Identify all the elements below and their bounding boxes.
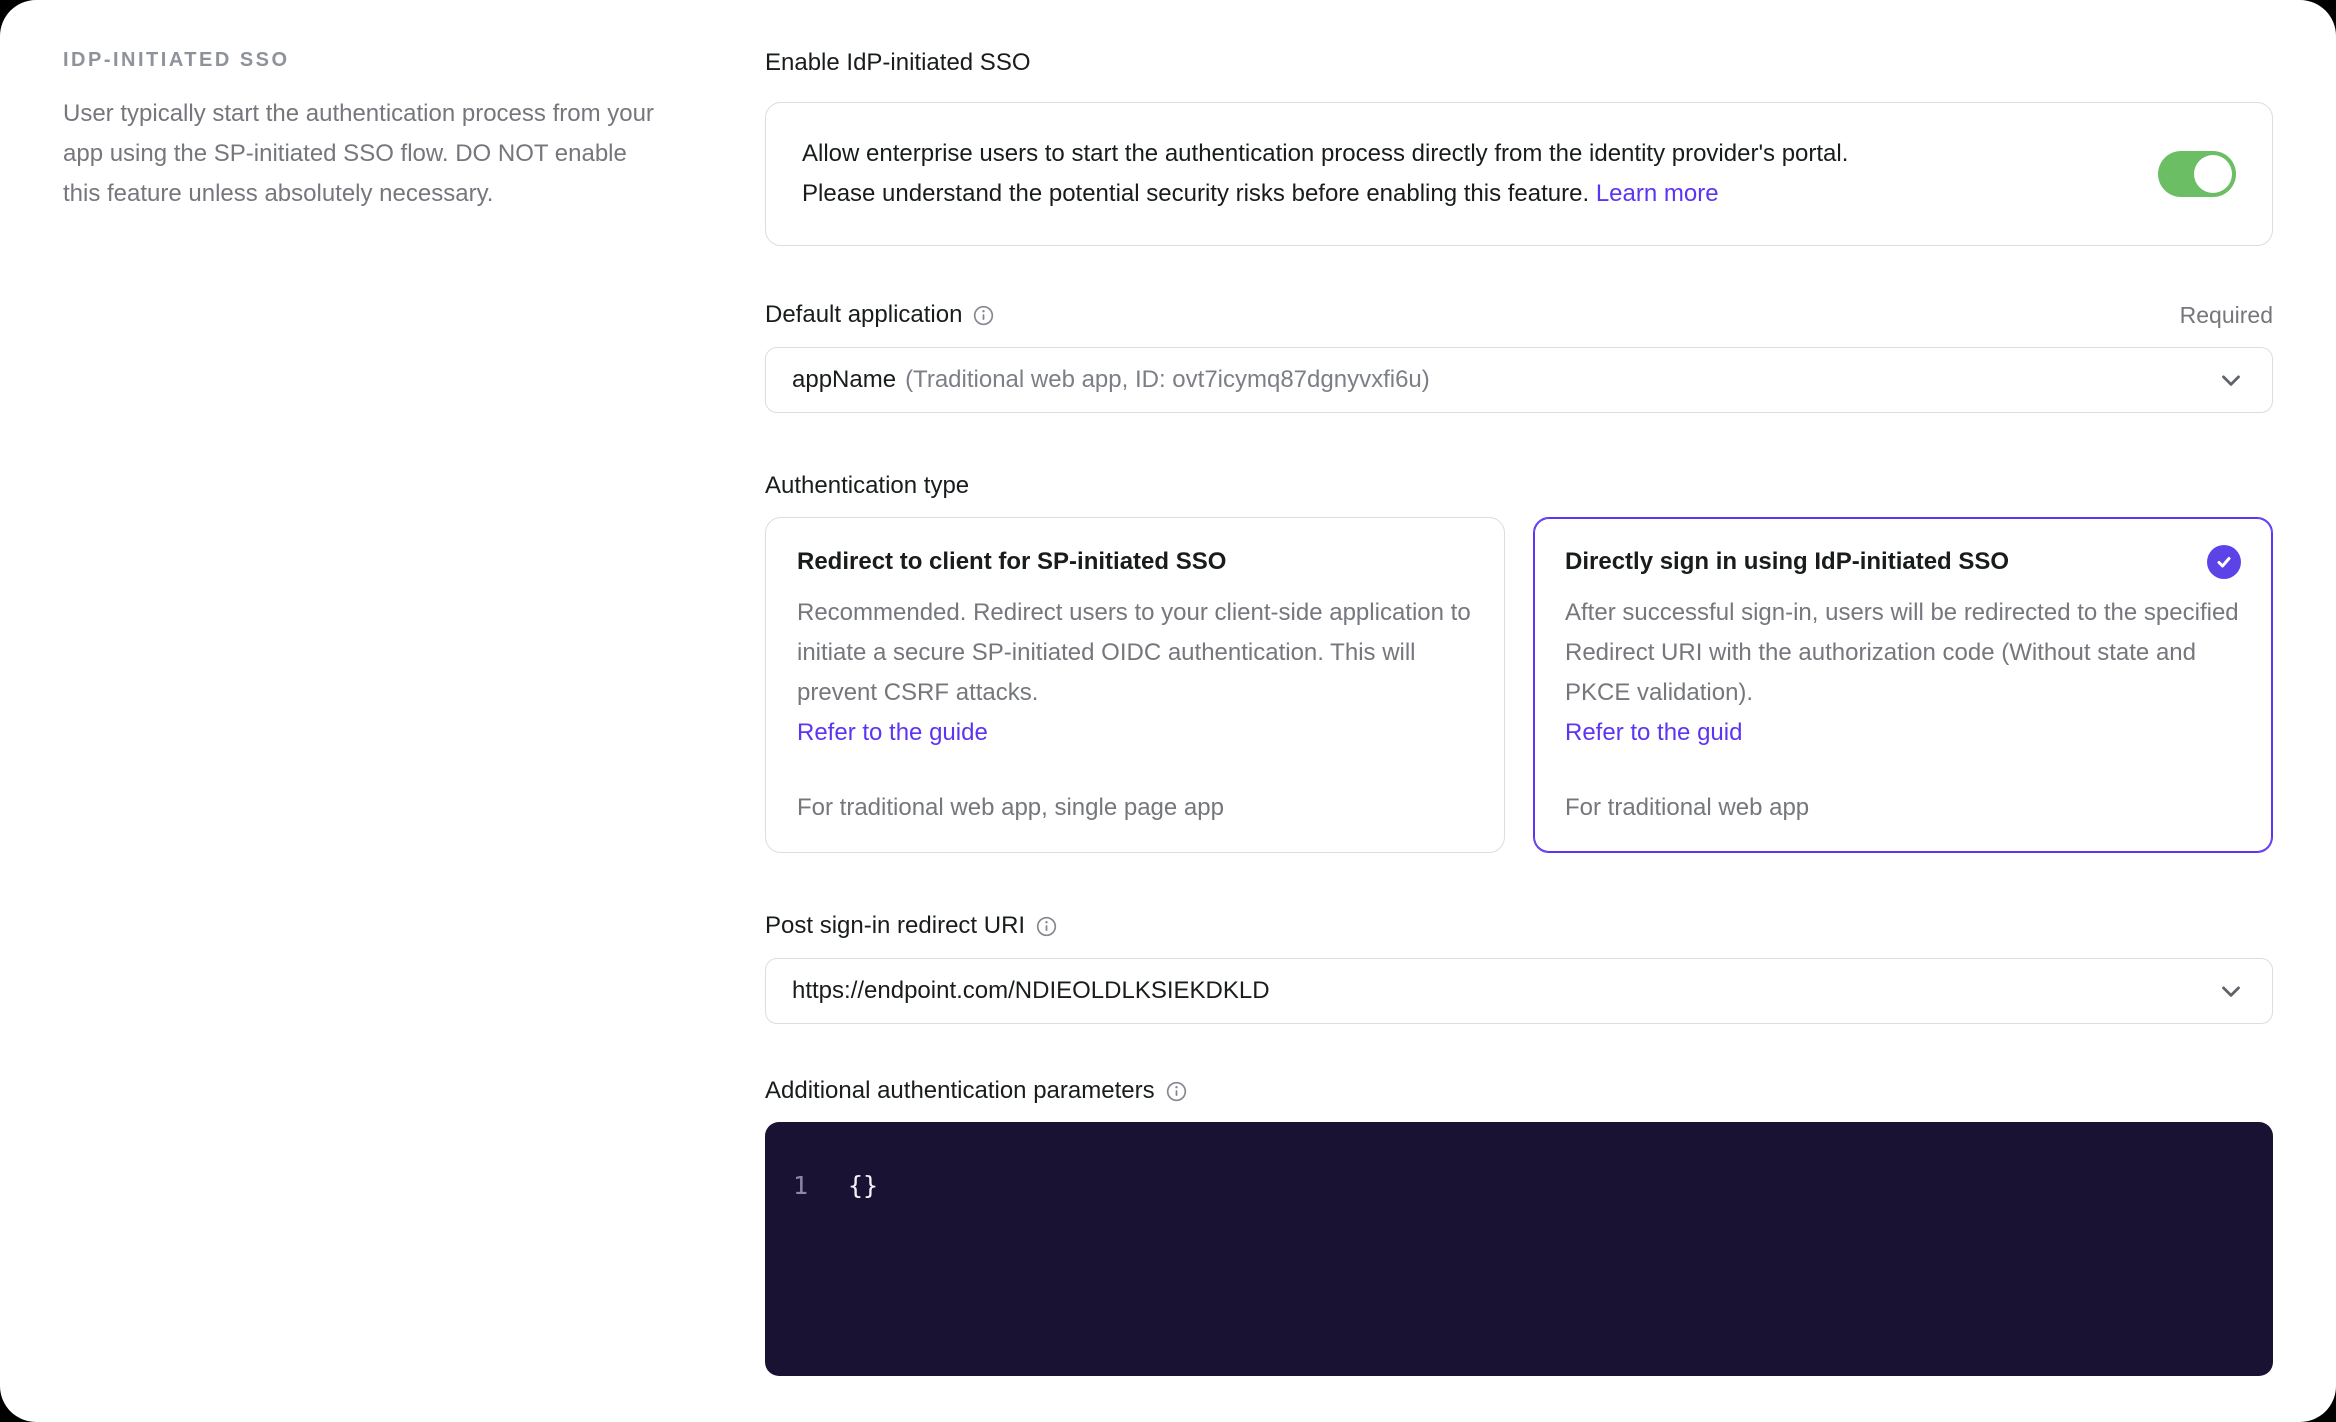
enable-sso-description: Allow enterprise users to start the auth… (802, 140, 1849, 207)
redirect-uri-value: https://endpoint.com/NDIEOLDLKSIEKDKLD (792, 977, 1270, 1004)
default-application-select[interactable]: appName (Traditional web app, ID: ovt7icy… (765, 347, 2273, 413)
option-title-row: Directly sign in using IdP-initiated SSO (1565, 545, 2241, 579)
enable-sso-card: Allow enterprise users to start the auth… (765, 102, 2273, 246)
chevron-down-icon (2222, 375, 2240, 386)
option-description: Recommended. Redirect users to your clie… (797, 593, 1473, 753)
code-line: 1 {} (765, 1168, 2273, 1204)
redirect-uri-select[interactable]: https://endpoint.com/NDIEOLDLKSIEKDKLD (765, 958, 2273, 1024)
redirect-uri-label: Post sign-in redirect URI (765, 911, 2273, 941)
authentication-type-options: Redirect to client for SP-initiated SSO … (765, 517, 2273, 853)
auth-type-option-idp-initiated[interactable]: Directly sign in using IdP-initiated SSO… (1533, 517, 2273, 853)
default-application-label: Default application (765, 300, 994, 330)
section-description: User typically start the authentication … (63, 100, 654, 207)
section-title: IDP-INITIATED SSO (63, 49, 290, 71)
additional-parameters-label: Additional authentication parameters (765, 1076, 2273, 1106)
option-title-row: Redirect to client for SP-initiated SSO (797, 548, 1227, 575)
selected-check-icon (2207, 545, 2241, 579)
enable-sso-toggle[interactable] (2158, 151, 2236, 197)
chevron-down-icon (2222, 986, 2240, 997)
default-application-label-row: Default application Required (765, 300, 2273, 330)
auth-type-option-sp-initiated[interactable]: Redirect to client for SP-initiated SSO … (765, 517, 1505, 853)
code-content: {} (848, 1171, 879, 1200)
refer-to-guide-link[interactable]: Refer to the guid (1565, 713, 2241, 753)
info-icon[interactable] (1036, 916, 1057, 937)
authentication-type-label: Authentication type (765, 472, 970, 499)
section-intro: IDP-INITIATED SSO User typically start t… (63, 48, 663, 214)
option-footnote: For traditional web app, single page app (797, 794, 1224, 821)
auth-parameters-code-editor[interactable]: 1 {} (765, 1122, 2273, 1376)
info-icon[interactable] (1166, 1081, 1187, 1102)
default-application-value: appName (Traditional web app, ID: ovt7icy… (792, 366, 1430, 393)
settings-form: Enable IdP-initiated SSO Allow enterpris… (765, 48, 2273, 1376)
line-number: 1 (793, 1171, 809, 1200)
info-icon[interactable] (973, 305, 994, 326)
idp-initiated-sso-settings-page: IDP-INITIATED SSO User typically start t… (0, 0, 2336, 1422)
enable-sso-label: Enable IdP-initiated SSO (765, 49, 1031, 76)
option-description: After successful sign-in, users will be … (1565, 593, 2241, 753)
toggle-knob (2194, 155, 2232, 193)
learn-more-link[interactable]: Learn more (1596, 180, 1719, 207)
required-tag: Required (2179, 301, 2273, 328)
refer-to-guide-link[interactable]: Refer to the guide (797, 713, 1473, 753)
option-footnote: For traditional web app (1565, 794, 1810, 821)
